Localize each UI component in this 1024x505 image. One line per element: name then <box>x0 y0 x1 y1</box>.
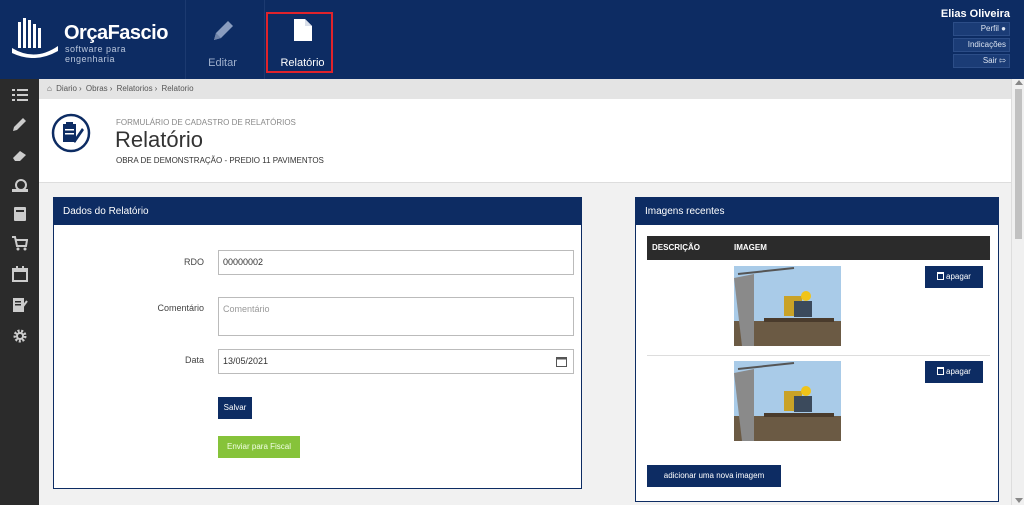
sidebar <box>0 79 39 505</box>
comentario-field[interactable]: Comentário <box>218 297 574 336</box>
checklist-icon[interactable] <box>12 297 28 313</box>
page-header: FORMULÁRIO DE CADASTRO DE RELATÓRIOS Rel… <box>39 99 1011 183</box>
apagar-button[interactable]: apagar <box>925 266 983 288</box>
nav-editar[interactable]: Editar <box>185 0 259 79</box>
user-menu: Elias Oliveira Perfil ● Indicações Sair … <box>930 8 1010 68</box>
col-imagem: IMAGEM <box>734 243 767 252</box>
home-icon[interactable]: ⌂ <box>47 84 52 93</box>
clipboard-edit-icon <box>51 113 91 153</box>
imagens-recentes-panel: Imagens recentes DESCRIÇÃO IMAGEM apagar <box>635 197 999 502</box>
breadcrumb-sep: › <box>78 84 82 93</box>
list-icon[interactable] <box>12 87 28 103</box>
apagar-label: apagar <box>946 272 971 281</box>
breadcrumb-item[interactable]: Diario <box>56 84 77 93</box>
page-scrollbar[interactable] <box>1011 79 1024 505</box>
top-bar: OrçaFascio software para engenharia Edit… <box>0 0 1024 79</box>
table-row: apagar <box>647 262 990 356</box>
page-subtitle: FORMULÁRIO DE CADASTRO DE RELATÓRIOS <box>116 118 296 127</box>
add-image-button[interactable]: adicionar uma nova imagem <box>647 465 781 487</box>
images-table-header: DESCRIÇÃO IMAGEM <box>647 236 990 260</box>
enviar-fiscal-button[interactable]: Enviar para Fiscal <box>218 436 300 458</box>
table-row: apagar <box>647 357 990 451</box>
logo-icon <box>12 18 58 58</box>
user-icon: ● <box>1001 24 1006 33</box>
breadcrumb-item[interactable]: Relatorios <box>117 84 153 93</box>
data-field[interactable]: 13/05/2021 <box>218 349 574 374</box>
panel-title: Imagens recentes <box>636 198 998 225</box>
scroll-up-icon[interactable] <box>1015 80 1023 85</box>
perfil-label: Perfil <box>980 24 999 33</box>
page-title: Relatório <box>115 127 204 152</box>
rdo-label: RDO <box>184 257 204 267</box>
cart-icon[interactable] <box>12 235 28 251</box>
nav-editar-label: Editar <box>208 57 237 69</box>
money-icon[interactable] <box>12 177 28 193</box>
brand-logo[interactable]: OrçaFascio software para engenharia <box>12 16 172 64</box>
data-label: Data <box>184 355 204 365</box>
pencil-icon <box>213 21 233 40</box>
perfil-button[interactable]: Perfil ● <box>953 22 1010 36</box>
indicacoes-label: Indicações <box>967 40 1006 49</box>
apagar-label: apagar <box>946 367 971 376</box>
rdo-field[interactable]: 00000002 <box>218 250 574 275</box>
scroll-down-icon[interactable] <box>1015 498 1023 503</box>
brand-name: OrçaFascio <box>64 22 168 44</box>
sair-button[interactable]: Sair ⇰ <box>953 54 1010 68</box>
gear-icon[interactable] <box>12 328 28 344</box>
pencil-icon[interactable] <box>12 116 28 132</box>
breadcrumb-sep: › <box>109 84 113 93</box>
scroll-thumb[interactable] <box>1015 89 1022 239</box>
panel-title: Dados do Relatório <box>54 198 581 225</box>
trash-icon <box>937 367 945 375</box>
logout-icon: ⇰ <box>999 56 1006 65</box>
breadcrumb-item: Relatorio <box>161 84 194 93</box>
book-icon[interactable] <box>12 206 28 222</box>
comentario-label: Comentário <box>157 303 204 313</box>
indicacoes-button[interactable]: Indicações <box>953 38 1010 52</box>
sair-label: Sair <box>982 56 998 65</box>
construction-photo[interactable] <box>734 361 841 441</box>
breadcrumb: ⌂ Diario › Obras › Relatorios › Relatorio <box>39 79 1011 99</box>
brand-tagline: software para engenharia <box>65 44 127 64</box>
row-divider <box>647 355 990 356</box>
nav-relatorio-highlight <box>266 12 333 73</box>
apagar-button[interactable]: apagar <box>925 361 983 383</box>
calendar-icon[interactable] <box>556 356 567 367</box>
breadcrumb-item[interactable]: Obras <box>86 84 108 93</box>
obra-name: OBRA DE DEMONSTRAÇÃO - PREDIO 11 PAVIMEN… <box>116 156 324 165</box>
breadcrumb-sep: › <box>154 84 158 93</box>
data-value: 13/05/2021 <box>223 356 269 366</box>
dados-relatorio-panel: Dados do Relatório RDO 00000002 Comentár… <box>53 197 582 489</box>
salvar-button[interactable]: Salvar <box>218 397 252 419</box>
construction-photo[interactable] <box>734 266 841 346</box>
trash-icon <box>937 272 945 280</box>
calendar-icon[interactable] <box>12 266 28 282</box>
eraser-icon[interactable] <box>12 147 28 163</box>
user-name: Elias Oliveira <box>940 8 1010 20</box>
col-descricao: DESCRIÇÃO <box>652 243 701 252</box>
